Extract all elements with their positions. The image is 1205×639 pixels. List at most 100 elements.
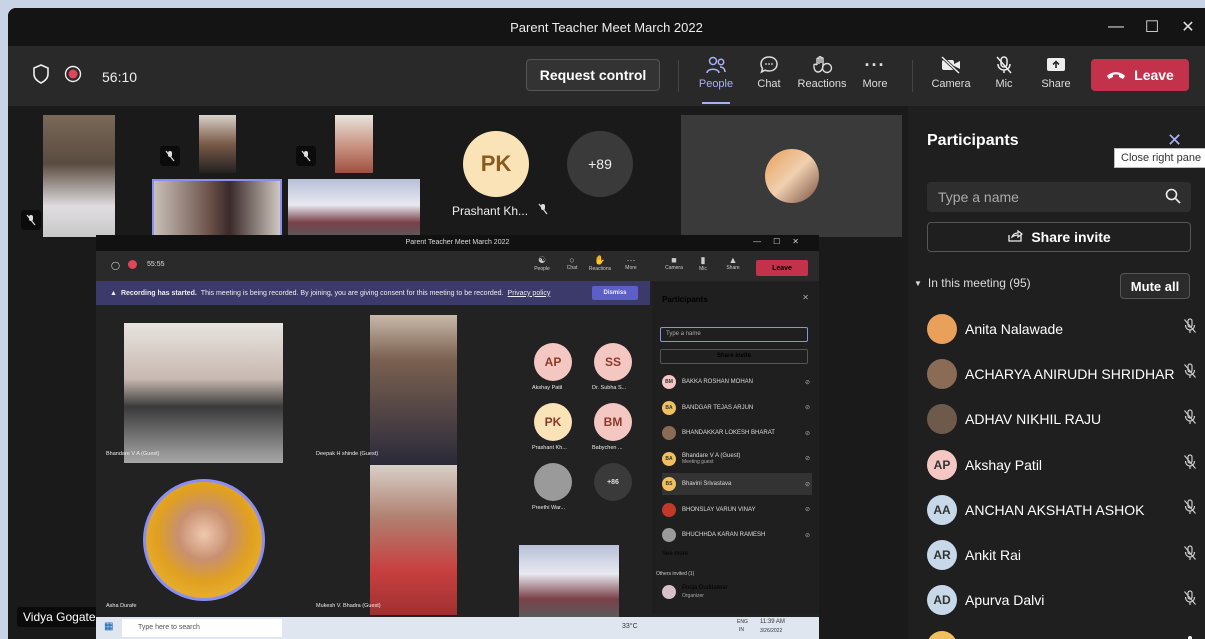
mic-muted-icon: ⊘ — [804, 507, 810, 513]
shared-row-name: BHANDAKKAR LOKESH BHARAT — [682, 430, 775, 436]
shared-participant-avatar: PK — [534, 403, 572, 441]
shared-share-button[interactable]: ▲ Share — [721, 255, 745, 271]
asha-durafe-avatar — [143, 479, 265, 601]
maximize-button[interactable]: ☐ — [1133, 8, 1171, 46]
shared-row-avatar: BM — [662, 375, 676, 389]
participant-video-tile[interactable] — [681, 115, 902, 237]
shared-participant-avatar: BM — [594, 403, 632, 441]
shared-search-input: Type a name — [660, 327, 808, 342]
weather-temp: 33°C — [622, 623, 638, 630]
share-label: Share — [1041, 78, 1071, 90]
shared-timer: 55:55 — [147, 261, 165, 268]
meeting-timer: 56:10 — [102, 68, 138, 85]
mic-muted-icon: ⊘ — [804, 379, 810, 386]
shared-row-name: BHUCHHDA KARAN RAMESH — [682, 532, 766, 538]
chat-button[interactable]: Chat — [741, 52, 797, 102]
shared-participant-row: BHANDAKKAR LOKESH BHARAT ⊘ — [662, 422, 812, 444]
recording-icon — [128, 260, 137, 269]
mute-all-button[interactable]: Mute all — [1120, 273, 1190, 299]
shared-camera-button[interactable]: ■ Camera — [662, 255, 686, 271]
request-control-button[interactable]: Request control — [526, 59, 660, 91]
title-bar: Parent Teacher Meet March 2022 — ☐ ✕ — [8, 8, 1205, 46]
participant-row[interactable]: AP Akshay Patil — [927, 442, 1197, 487]
shared-participant-avatar: AP — [534, 343, 572, 381]
privacy-policy-link[interactable]: Privacy policy — [508, 290, 551, 297]
mic-muted-icon — [1183, 363, 1197, 384]
speaker-name-tag: Vidya Gogate — [17, 607, 102, 627]
toolbar-divider — [912, 60, 913, 92]
tile-label: Deepak H shinde (Guest) — [316, 451, 379, 457]
leave-label: Leave — [1134, 67, 1174, 83]
shared-participant-row: BA BANDGAR TEJAS ARJUN ⊘ — [662, 397, 812, 419]
participant-video-tile[interactable] — [288, 179, 420, 237]
shared-row-text: Bhandare V A (Guest) Meeting guest — [682, 453, 740, 465]
organizer-avatar — [662, 585, 676, 599]
share-invite-button[interactable]: Share invite — [927, 222, 1191, 252]
search-input[interactable]: Type a name — [927, 182, 1191, 212]
minimize-button[interactable]: — — [1097, 8, 1135, 46]
participant-row[interactable]: AD Apurva Dalvi — [927, 578, 1197, 623]
toolbar-divider — [678, 60, 679, 92]
shared-row-name: BHONSLAY VARUN VINAY — [682, 506, 756, 513]
people-label: People — [698, 78, 734, 90]
participant-row[interactable]: Anita Nalawade — [927, 306, 1197, 351]
shared-chat-button[interactable]: ○ Chat — [560, 255, 584, 271]
close-icon: ✕ — [802, 293, 809, 302]
leave-button[interactable]: Leave — [1091, 59, 1189, 91]
shared-row-text: BAKKA ROSHAN MOHAN — [682, 379, 753, 385]
mic-label: Mic — [995, 78, 1013, 90]
share-button[interactable]: Share — [1028, 52, 1084, 102]
in-meeting-section-toggle[interactable]: ▼ In this meeting (95) — [914, 276, 1031, 290]
shared-toolbar: ◯ 55:55 ☯ People ○ Chat ✋ Reactions ··· More… — [96, 251, 819, 281]
close-window-button[interactable]: ✕ — [1169, 8, 1205, 46]
reactions-button[interactable]: Reactions — [794, 52, 850, 102]
dismiss-button[interactable]: Dismiss — [592, 286, 638, 300]
participant-video-tile[interactable] — [335, 115, 373, 173]
chevron-down-icon: ▼ — [914, 278, 922, 288]
organizer-name: Pooja Duddalwar — [682, 585, 728, 591]
participant-row[interactable]: AR Ankit Rai — [927, 532, 1197, 577]
mic-muted-icon — [1183, 590, 1197, 611]
participant-name: Ankit Rai — [965, 547, 1022, 564]
mic-muted-icon — [538, 203, 548, 218]
tile-label: Asha Durafe — [106, 603, 137, 609]
participant-row[interactable]: ACHARYA ANIRUDH SHRIDHAR — [927, 351, 1197, 396]
mic-muted-icon — [160, 146, 180, 166]
chat-label: Chat — [757, 78, 781, 90]
shared-share-invite: Share invite — [660, 349, 808, 364]
more-button[interactable]: ··· More — [847, 52, 903, 102]
recording-banner: ▲ Recording has started. This meeting is… — [96, 281, 650, 305]
camera-button[interactable]: Camera — [923, 52, 979, 102]
mic-button[interactable]: Mic — [976, 52, 1032, 102]
participants-panel: Participants ✕ Type a name Share invite … — [908, 106, 1205, 639]
share-icon — [1007, 229, 1024, 246]
active-speaker-tile[interactable] — [152, 179, 282, 237]
shared-people-button[interactable]: ☯ People — [530, 255, 554, 272]
overflow-participants-button[interactable]: +89 — [567, 131, 633, 197]
shared-mic-button[interactable]: ▮ Mic — [691, 255, 715, 272]
participant-video-tile[interactable] — [43, 115, 115, 237]
shared-more-button[interactable]: ··· More — [619, 255, 643, 271]
shared-row-text: Bhavini Srivastava — [682, 481, 731, 487]
tile-label: Mukesh V. Bhadra (Guest) — [316, 603, 381, 609]
shared-participant-name: Prashant Kh... — [532, 445, 567, 451]
participant-row[interactable]: Asha Durafe — [927, 623, 1197, 639]
participant-avatar[interactable]: PK — [463, 131, 529, 197]
people-button[interactable]: People — [688, 52, 744, 104]
participant-name: Akshay Patil — [965, 456, 1043, 473]
shared-reactions-button[interactable]: ✋ Reactions — [588, 255, 612, 272]
taskbar-time: 11:39 AM — [760, 619, 785, 625]
shared-participant-row: BS Bhavini Srivastava ⊘ — [662, 473, 812, 495]
shared-participant-avatar: SS — [594, 343, 632, 381]
mic-muted-icon: ⊘ — [804, 481, 810, 488]
shared-leave-button[interactable]: Leave — [756, 260, 808, 276]
participant-row[interactable]: ADHAV NIKHIL RAJU — [927, 397, 1197, 442]
participant-row[interactable]: AA ANCHAN AKSHATH ASHOK — [927, 487, 1197, 532]
participant-video-tile[interactable] — [199, 115, 236, 173]
meeting-toolbar: 56:10 Request control People Chat Reacti… — [8, 46, 1205, 106]
shared-row-avatar: BS — [662, 477, 676, 491]
shared-participant-row: BHUCHHDA KARAN RAMESH ⊘ — [662, 524, 812, 546]
shared-row-name: Bhavini Srivastava — [682, 481, 732, 487]
participant-avatar: AR — [927, 540, 957, 571]
more-dots-icon: ··· — [864, 54, 886, 75]
